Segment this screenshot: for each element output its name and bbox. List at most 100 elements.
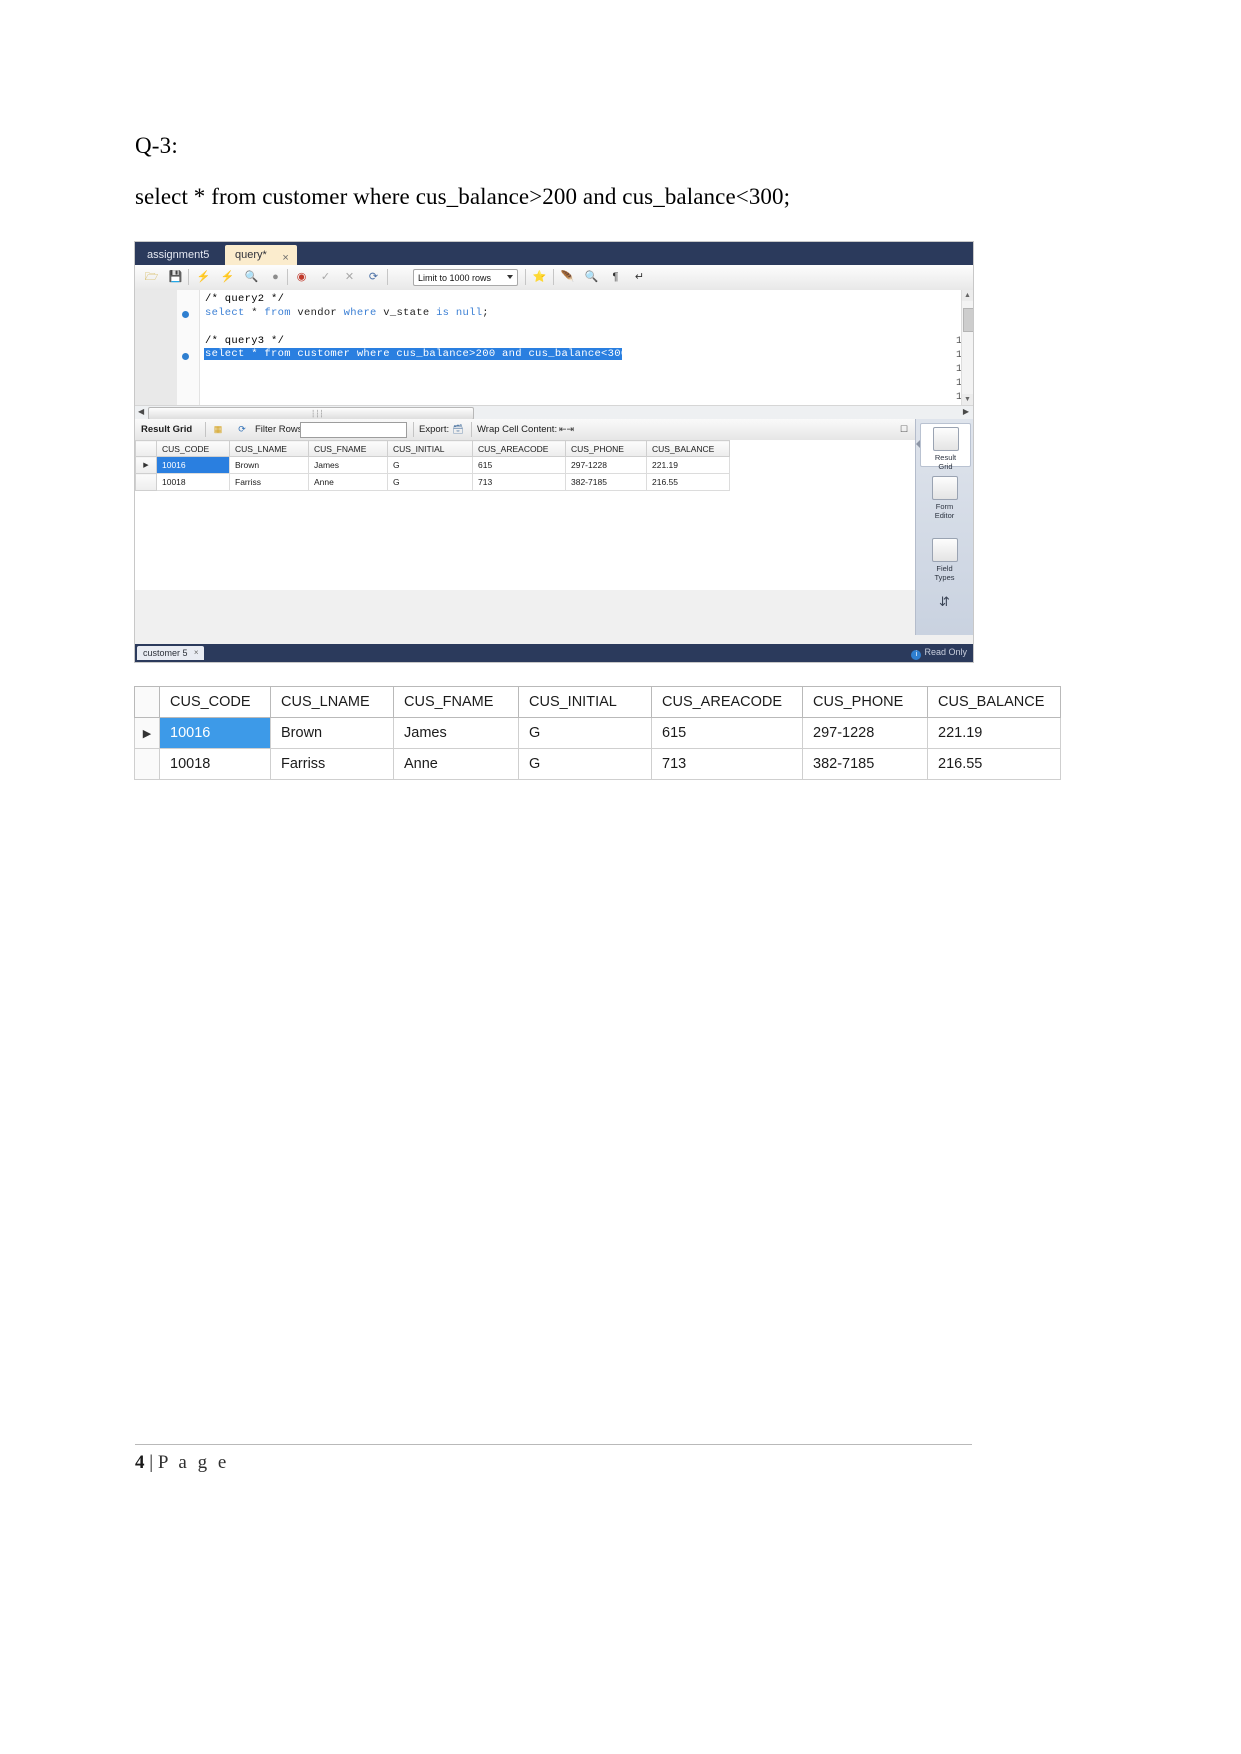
scroll-right-icon[interactable]: ▶	[963, 407, 969, 416]
cell-cus-fname[interactable]: James	[393, 717, 519, 749]
footer-separator: |	[149, 1452, 154, 1473]
open-file-icon[interactable]: 🗁	[143, 269, 160, 286]
save-file-icon[interactable]: 💾	[167, 269, 184, 286]
execute-current-statement-icon[interactable]: ⚡	[219, 269, 236, 286]
rollback-icon[interactable]: ✕	[341, 269, 358, 286]
cell-cus-phone[interactable]: 382-7185	[802, 748, 928, 780]
column-header-cus-code[interactable]: CUS_CODE	[156, 440, 230, 457]
cell-cus-balance[interactable]: 216.55	[646, 473, 730, 491]
result-grid-title: Result Grid	[141, 424, 193, 435]
cell-cus-lname[interactable]: Farriss	[229, 473, 309, 491]
side-tab-result-grid-label-2: Grid	[938, 462, 953, 471]
result-grid[interactable]: CUS_CODE CUS_LNAME CUS_FNAME CUS_INITIAL…	[135, 440, 973, 590]
tab-query[interactable]: query* ×	[225, 245, 297, 265]
cell-cus-balance[interactable]: 221.19	[646, 456, 730, 474]
scrollbar-thumb[interactable]	[963, 308, 973, 332]
side-tab-result-grid[interactable]: Result Grid	[920, 423, 971, 471]
wrap-lines-icon[interactable]: ↵	[631, 269, 648, 286]
table-header-row: CUS_CODE CUS_LNAME CUS_FNAME CUS_INITIAL…	[135, 440, 730, 457]
read-only-label: Read Only	[924, 647, 967, 657]
explain-query-icon[interactable]: 🔍	[243, 269, 260, 286]
tab-assignment5[interactable]: assignment5	[137, 245, 219, 265]
side-tab-expand-collapse[interactable]: ⇵	[920, 595, 969, 621]
cell-cus-fname[interactable]: Anne	[308, 473, 388, 491]
grid-corner-cell	[134, 686, 160, 718]
cell-cus-balance[interactable]: 221.19	[927, 717, 1061, 749]
column-header-cus-initial[interactable]: CUS_INITIAL	[518, 686, 652, 718]
table-row[interactable]: ▶ 10016 Brown James G 615 297-1228 221.1…	[134, 717, 1061, 749]
breakpoint-marker-icon[interactable]	[182, 311, 189, 318]
cell-cus-lname[interactable]: Brown	[270, 717, 394, 749]
status-badge: i Read Only	[911, 647, 967, 660]
beautify-query-icon[interactable]: ⭐	[531, 269, 548, 286]
cell-cus-fname[interactable]: Anne	[393, 748, 519, 780]
editor-breakpoint-gutter[interactable]	[177, 290, 200, 405]
column-header-cus-balance[interactable]: CUS_BALANCE	[927, 686, 1061, 718]
row-marker	[135, 473, 157, 491]
column-header-cus-areacode[interactable]: CUS_AREACODE	[472, 440, 566, 457]
export-icon[interactable]: 🗃	[451, 422, 465, 436]
find-icon[interactable]: 🪶	[559, 269, 576, 286]
refresh-icon[interactable]: ⟳	[235, 422, 249, 436]
side-tab-form-editor[interactable]: Form Editor	[920, 473, 969, 520]
chevron-down-icon[interactable]	[507, 275, 513, 279]
cell-cus-code[interactable]: 10016	[156, 456, 230, 474]
cell-cus-areacode[interactable]: 713	[651, 748, 803, 780]
table-row[interactable]: ▶ 10016 Brown James G 615 297-1228 221.1…	[135, 456, 730, 474]
cell-cus-initial[interactable]: G	[387, 473, 473, 491]
close-icon[interactable]: ×	[194, 646, 199, 660]
editor-line-highlighted[interactable]: select * from customer where cus_balance…	[204, 348, 634, 360]
column-header-cus-fname[interactable]: CUS_FNAME	[308, 440, 388, 457]
maximize-panel-icon[interactable]: ☐	[897, 422, 911, 436]
commit-icon[interactable]: ✓	[317, 269, 334, 286]
scroll-down-icon[interactable]: ▼	[962, 394, 973, 405]
autocommit-icon[interactable]: ⟳	[365, 269, 382, 286]
column-header-cus-areacode[interactable]: CUS_AREACODE	[651, 686, 803, 718]
row-limit-dropdown[interactable]: Limit to 1000 rows	[413, 269, 518, 286]
column-header-cus-fname[interactable]: CUS_FNAME	[393, 686, 519, 718]
scroll-up-icon[interactable]: ▲	[962, 290, 973, 301]
cell-cus-initial[interactable]: G	[518, 748, 652, 780]
cell-cus-balance[interactable]: 216.55	[927, 748, 1061, 780]
column-header-cus-code[interactable]: CUS_CODE	[159, 686, 271, 718]
toggle-invisible-chars-icon[interactable]: ¶	[607, 269, 624, 286]
snippet-tab-customer5[interactable]: customer 5 ×	[137, 646, 204, 660]
execute-statement-icon[interactable]: ⚡	[195, 269, 212, 286]
sql-editor[interactable]: 7 8 9 10 11 12 13 14 /* query2 */ select…	[135, 290, 973, 405]
cell-cus-initial[interactable]: G	[518, 717, 652, 749]
search-icon[interactable]: 🔍	[583, 269, 600, 286]
cell-cus-phone[interactable]: 382-7185	[565, 473, 647, 491]
cell-cus-code[interactable]: 10018	[159, 748, 271, 780]
snippet-tab-label: customer 5	[143, 648, 188, 658]
grid-view-icon[interactable]: ▦	[211, 422, 225, 436]
cell-cus-areacode[interactable]: 615	[651, 717, 803, 749]
cell-cus-code[interactable]: 10018	[156, 473, 230, 491]
column-header-cus-lname[interactable]: CUS_LNAME	[229, 440, 309, 457]
grid-corner-cell	[135, 440, 157, 457]
cell-cus-code[interactable]: 10016	[159, 717, 271, 749]
cell-cus-lname[interactable]: Farriss	[270, 748, 394, 780]
cell-cus-areacode[interactable]: 713	[472, 473, 566, 491]
toggle-breakpoint-icon[interactable]: ◉	[293, 269, 310, 286]
wrap-cell-icon[interactable]: ⇤⇥	[559, 422, 574, 436]
table-row[interactable]: 10018 Farriss Anne G 713 382-7185 216.55	[135, 473, 730, 491]
side-tab-field-types-label-1: Field	[936, 564, 953, 573]
column-header-cus-lname[interactable]: CUS_LNAME	[270, 686, 394, 718]
cell-cus-fname[interactable]: James	[308, 456, 388, 474]
column-header-cus-balance[interactable]: CUS_BALANCE	[646, 440, 730, 457]
column-header-cus-initial[interactable]: CUS_INITIAL	[387, 440, 473, 457]
editor-vertical-scrollbar[interactable]: ▲ ▼	[961, 290, 973, 405]
filter-rows-input[interactable]	[300, 422, 407, 438]
stop-execution-icon[interactable]: ●	[267, 269, 284, 286]
column-header-cus-phone[interactable]: CUS_PHONE	[802, 686, 928, 718]
breakpoint-marker-icon[interactable]	[182, 353, 189, 360]
cell-cus-initial[interactable]: G	[387, 456, 473, 474]
column-header-cus-phone[interactable]: CUS_PHONE	[565, 440, 647, 457]
cell-cus-phone[interactable]: 297-1228	[565, 456, 647, 474]
side-tab-field-types[interactable]: Field Types	[920, 535, 969, 582]
cell-cus-areacode[interactable]: 615	[472, 456, 566, 474]
scroll-left-icon[interactable]: ◀	[138, 407, 144, 416]
cell-cus-lname[interactable]: Brown	[229, 456, 309, 474]
table-row[interactable]: 10018 Farriss Anne G 713 382-7185 216.55	[134, 748, 1061, 780]
cell-cus-phone[interactable]: 297-1228	[802, 717, 928, 749]
